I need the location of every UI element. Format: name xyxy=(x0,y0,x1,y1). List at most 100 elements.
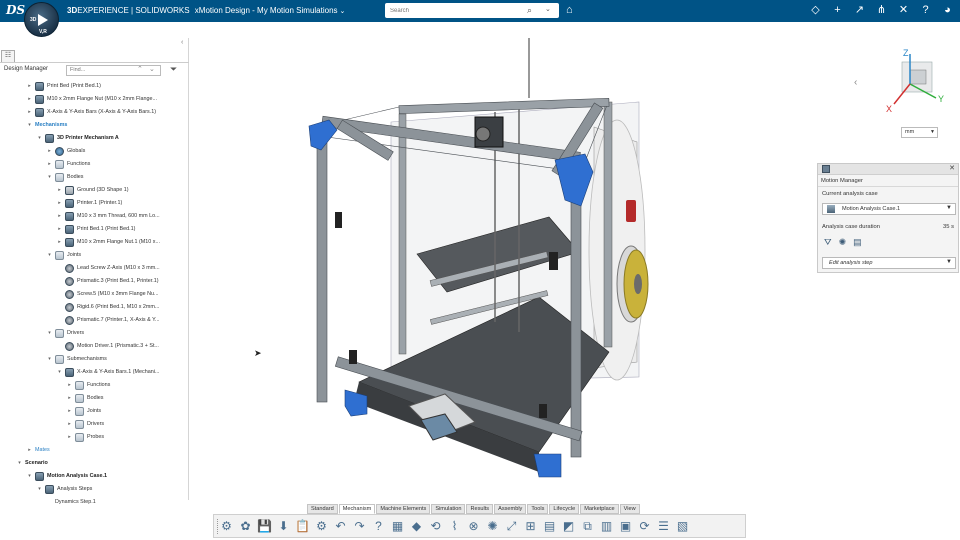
tree-item[interactable]: ▸ M10 x 2mm Flange Nut (M10 x 2mm Flange.… xyxy=(0,93,189,105)
tree-item[interactable]: Lead Screw Z-Axis (M10 x 3 mm... xyxy=(0,262,189,274)
collapsed-arrow-icon[interactable]: ▸ xyxy=(26,96,33,102)
tree-item[interactable]: ▾ Drivers xyxy=(0,327,189,339)
ds-logo-icon[interactable]: DS xyxy=(6,3,25,19)
collapsed-arrow-icon[interactable]: ▸ xyxy=(66,434,73,440)
results-icon[interactable]: ☰ xyxy=(656,519,671,534)
collapsed-arrow-icon[interactable]: ▸ xyxy=(46,148,53,154)
previous-view-icon[interactable]: ‹ xyxy=(854,77,857,88)
mechanism-icon[interactable]: ⚙ xyxy=(219,519,234,534)
tree-item[interactable]: ▸ Functions xyxy=(0,379,189,391)
tab-lifecycle[interactable]: Lifecycle xyxy=(549,504,580,514)
tab-standard[interactable]: Standard xyxy=(307,504,338,514)
expanded-arrow-icon[interactable]: ▾ xyxy=(46,174,53,180)
tree-item[interactable]: ▸ Print Bed (Print Bed.1) xyxy=(0,80,189,92)
unit-select[interactable]: mm ▼ xyxy=(901,127,938,138)
tree-item[interactable]: ▸ Printer.1 (Printer.1) xyxy=(0,197,189,209)
collapsed-arrow-icon[interactable]: ▸ xyxy=(46,161,53,167)
save-as-icon[interactable]: ⬇ xyxy=(276,519,291,534)
spring-icon[interactable]: ⌇ xyxy=(447,519,462,534)
tree-item[interactable]: ▸ Mates xyxy=(0,444,189,456)
collapsed-arrow-icon[interactable]: ▸ xyxy=(66,421,73,427)
tag-icon[interactable]: ⌂ xyxy=(566,4,573,16)
body-icon[interactable]: ▦ xyxy=(390,519,405,534)
tree-item[interactable]: ▾ Mechanisms xyxy=(0,119,189,131)
tree-item[interactable]: ▾ Submechanisms xyxy=(0,353,189,365)
collapsed-arrow-icon[interactable]: ▸ xyxy=(66,382,73,388)
tree-item[interactable]: ▸ Bodies xyxy=(0,392,189,404)
tree-item[interactable]: ▸ Probes xyxy=(0,431,189,443)
collapsed-arrow-icon[interactable]: ▸ xyxy=(56,187,63,193)
collapsed-arrow-icon[interactable]: ▸ xyxy=(66,408,73,414)
animation-icon[interactable]: ⟳ xyxy=(637,519,652,534)
tree-item[interactable]: Rigid.6 (Print Bed.1, M10 x 2mm... xyxy=(0,301,189,313)
expanded-arrow-icon[interactable]: ▾ xyxy=(56,369,63,375)
tab-marketplace[interactable]: Marketplace xyxy=(580,504,619,514)
tab-mechanism[interactable]: Mechanism xyxy=(338,504,376,514)
tree-item[interactable]: Motion Driver.1 (Prismatic.3 + St... xyxy=(0,340,189,352)
tree-item[interactable]: Prismatic.3 (Print Bed.1, Printer.1) xyxy=(0,275,189,287)
tree-item[interactable]: ▸ Globals xyxy=(0,145,189,157)
expanded-arrow-icon[interactable]: ▾ xyxy=(26,473,33,479)
tab-machine-elements[interactable]: Machine Elements xyxy=(376,504,431,514)
collapsed-arrow-icon[interactable]: ▸ xyxy=(56,200,63,206)
collapsed-arrow-icon[interactable]: ▸ xyxy=(26,83,33,89)
view-compass[interactable]: Z Y X xyxy=(880,46,956,116)
redo-icon[interactable]: ↷ xyxy=(352,519,367,534)
search-dropdown-icon[interactable]: ⌄ xyxy=(545,5,551,13)
tree-item[interactable]: ▸ Print Bed.1 (Print Bed.1) xyxy=(0,223,189,235)
tree-tab[interactable]: ☷ xyxy=(1,50,15,62)
find-input[interactable] xyxy=(70,67,130,73)
driver-icon[interactable]: ⧉ xyxy=(580,519,595,534)
tree-item[interactable]: Screw.5 (M10 x 3mm Flange Nu... xyxy=(0,288,189,300)
sensor-icon[interactable]: ▥ xyxy=(599,519,614,534)
bookmark-icon[interactable]: ◇ xyxy=(809,3,822,18)
collapsed-arrow-icon[interactable]: ▸ xyxy=(56,213,63,219)
tree-item[interactable]: ▸ X-Axis & Y-Axis Bars (X-Axis & Y-Axis B… xyxy=(0,106,189,118)
chevron-down-icon[interactable]: ⌄ xyxy=(340,8,346,15)
tree-item[interactable]: Prismatic.7 (Printer.1, X-Axis & Y... xyxy=(0,314,189,326)
app-title[interactable]: 3DEXPERIENCE | SOLIDWORKS xMotion Design… xyxy=(67,6,345,15)
search-input[interactable] xyxy=(390,5,520,16)
collapsed-arrow-icon[interactable]: ▸ xyxy=(56,226,63,232)
gear-icon[interactable]: ✺ xyxy=(839,237,847,248)
tab-view[interactable]: View xyxy=(619,504,640,514)
gear-icon[interactable]: ✺ xyxy=(485,519,500,534)
joint-icon[interactable]: ⟲ xyxy=(428,519,443,534)
tree-item[interactable]: ▾ X-Axis & Y-Axis Bars.1 (Mechani... xyxy=(0,366,189,378)
report-icon[interactable]: ▧ xyxy=(675,519,690,534)
collapse-panel-icon[interactable]: ‹ xyxy=(181,39,183,46)
undo-icon[interactable]: ↶ xyxy=(333,519,348,534)
search-icon[interactable]: ⌕ xyxy=(527,5,532,16)
user-icon[interactable]: ◕ xyxy=(941,3,954,18)
collapsed-arrow-icon[interactable]: ▸ xyxy=(56,239,63,245)
expanded-arrow-icon[interactable]: ▾ xyxy=(36,486,43,492)
tree-item[interactable]: ▸ Drivers xyxy=(0,418,189,430)
close-icon[interactable]: ✕ xyxy=(949,164,955,172)
collapsed-arrow-icon[interactable]: ▸ xyxy=(66,395,73,401)
tree-item[interactable]: ▾ Bodies xyxy=(0,171,189,183)
network-icon[interactable]: ⋔ xyxy=(875,3,888,18)
tree-item[interactable]: ▾ Joints xyxy=(0,249,189,261)
collapsed-arrow-icon[interactable]: ▸ xyxy=(26,447,33,453)
tree-item[interactable]: ▸ Ground (3D Shape 1) xyxy=(0,184,189,196)
expanded-arrow-icon[interactable]: ▾ xyxy=(46,252,53,258)
find-box[interactable]: ⌃ ⌄ xyxy=(66,65,161,76)
search-box[interactable]: ⌕ ⌄ xyxy=(385,3,559,18)
tree-item[interactable]: ▸ Joints xyxy=(0,405,189,417)
cam-icon[interactable]: ◩ xyxy=(561,519,576,534)
analysis-case-select[interactable]: Motion Analysis Case.1 ▼ xyxy=(822,203,956,215)
settings-icon[interactable]: ⚙ xyxy=(314,519,329,534)
share-icon[interactable]: ↗ xyxy=(853,3,866,18)
expanded-arrow-icon[interactable]: ▾ xyxy=(46,356,53,362)
compass-logo[interactable]: 3D V,R xyxy=(24,2,59,37)
collapsed-arrow-icon[interactable]: ▸ xyxy=(26,109,33,115)
save-icon[interactable]: 💾 xyxy=(257,519,272,534)
tree-item[interactable]: ▸ M10 x 2mm Flange Nut.1 (M10 x... xyxy=(0,236,189,248)
find-prev-icon[interactable]: ⌃ xyxy=(137,65,143,73)
tree-item[interactable]: ▸ M10 x 3 mm Thread, 600 mm Lo... xyxy=(0,210,189,222)
add-icon[interactable]: + xyxy=(831,3,844,18)
expanded-arrow-icon[interactable]: ▾ xyxy=(36,135,43,141)
tools-icon[interactable]: ✕ xyxy=(897,3,910,18)
filter-icon[interactable]: ⏷ xyxy=(170,64,177,75)
tab-tools[interactable]: Tools xyxy=(527,504,549,514)
